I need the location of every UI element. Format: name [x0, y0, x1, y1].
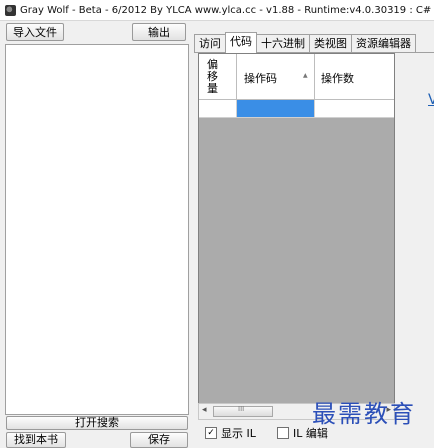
- scroll-thumb[interactable]: III: [213, 405, 273, 417]
- import-file-button[interactable]: 导入文件: [6, 23, 64, 41]
- window-title: Gray Wolf - Beta - 6/2012 By YLCA www.yl…: [20, 4, 434, 16]
- tab-class-view[interactable]: 类视图: [309, 34, 352, 53]
- row-operand-cell[interactable]: [315, 100, 394, 118]
- column-header-operand[interactable]: 操作数: [315, 54, 394, 100]
- show-il-label: 显示 IL: [221, 427, 256, 440]
- app-icon: [5, 4, 16, 16]
- export-button[interactable]: 输出: [132, 23, 186, 41]
- il-code-grid[interactable]: 偏移量 操作码 ▲ 操作数: [198, 53, 395, 420]
- watermark: 最需教育: [312, 400, 416, 428]
- right-panel-link[interactable]: V: [428, 92, 434, 108]
- tab-strip: 访问 代码 十六进制 类视图 资源编辑器: [194, 32, 416, 53]
- checkbox-unchecked-icon[interactable]: [277, 427, 289, 439]
- open-search-button[interactable]: 打开搜索: [6, 416, 188, 430]
- column-header-operand-label: 操作数: [321, 72, 354, 85]
- find-button[interactable]: 找到本书: [6, 432, 66, 448]
- save-button[interactable]: 保存: [130, 432, 188, 448]
- tab-visit[interactable]: 访问: [194, 34, 226, 53]
- scroll-thumb-grip-icon: III: [238, 405, 245, 413]
- show-il-checkbox[interactable]: ✓ 显示 IL: [205, 425, 256, 441]
- tab-code[interactable]: 代码: [225, 32, 257, 53]
- column-header-opcode[interactable]: 操作码 ▲: [237, 54, 315, 100]
- checkbox-checked-icon[interactable]: ✓: [205, 427, 217, 439]
- column-header-offset[interactable]: 偏移量: [199, 54, 237, 100]
- tab-hex[interactable]: 十六进制: [256, 34, 310, 53]
- scroll-left-icon[interactable]: ◂: [202, 405, 207, 415]
- row-offset-cell[interactable]: [199, 100, 237, 118]
- row-opcode-cell-selected[interactable]: [237, 100, 315, 118]
- column-header-offset-label: 偏移量: [207, 58, 218, 95]
- tab-resource-editor[interactable]: 资源编辑器: [351, 34, 416, 53]
- assembly-tree-panel[interactable]: [5, 44, 189, 415]
- title-bar: Gray Wolf - Beta - 6/2012 By YLCA www.yl…: [0, 0, 434, 21]
- sort-asc-icon: ▲: [303, 72, 308, 79]
